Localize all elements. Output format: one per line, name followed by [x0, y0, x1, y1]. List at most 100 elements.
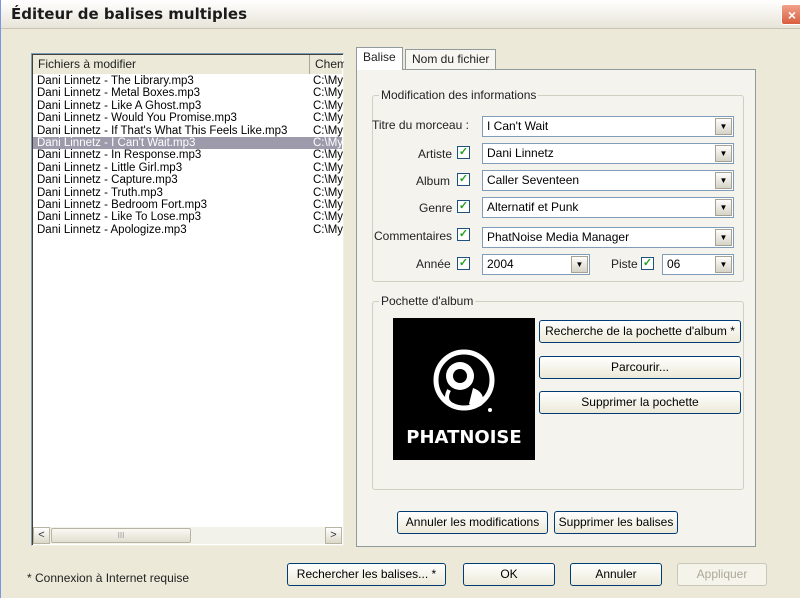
year-value: 2004 — [487, 257, 514, 271]
search-cover-button[interactable]: Recherche de la pochette d'album * — [539, 320, 741, 343]
genre-checkbox[interactable]: ✓ — [457, 200, 470, 213]
browse-button[interactable]: Parcourir... — [539, 356, 741, 379]
file-path: C:\My — [313, 124, 343, 137]
title-label: Titre du morceau : — [372, 118, 469, 132]
phatnoise-logo-icon: PHATNOISE — [406, 349, 522, 448]
chevron-down-icon[interactable]: ▼ — [715, 118, 732, 135]
chevron-down-icon[interactable]: ▼ — [571, 256, 588, 273]
file-name: Dani Linnetz - Little Girl.mp3 — [37, 161, 183, 174]
track-combo[interactable]: 06 ▼ — [662, 254, 734, 275]
artist-combo[interactable]: Dani Linnetz ▼ — [482, 143, 734, 164]
track-label: Piste — [611, 257, 638, 271]
file-row[interactable]: Dani Linnetz - Apologize.mp3 C:\My — [33, 223, 343, 236]
title-value: I Can't Wait — [487, 119, 549, 133]
file-path: C:\My — [313, 75, 343, 87]
check-icon: ✓ — [642, 257, 653, 269]
arrow-right-icon: > — [330, 529, 337, 541]
column-header-path[interactable]: Chem — [310, 55, 344, 74]
grip-icon: III — [117, 531, 125, 540]
horizontal-scrollbar[interactable]: < III > — [33, 527, 342, 544]
file-row[interactable]: Dani Linnetz - Like To Lose.mp3 C:\My — [33, 211, 343, 224]
title-bar[interactable]: Éditeur de balises multiples × — [1, 0, 800, 29]
scroll-thumb[interactable]: III — [51, 528, 191, 543]
delete-tags-button[interactable]: Supprimer les balises — [554, 511, 678, 534]
apply-button[interactable]: Appliquer — [677, 563, 767, 586]
cancel-button[interactable]: Annuler — [570, 563, 662, 586]
album-art-legend: Pochette d'album — [381, 294, 474, 308]
tab-nom-du-fichier[interactable]: Nom du fichier — [405, 49, 497, 69]
file-path: C:\My — [313, 99, 343, 112]
artist-checkbox[interactable]: ✓ — [457, 146, 470, 159]
title-combo[interactable]: I Can't Wait ▼ — [482, 116, 734, 137]
year-checkbox[interactable]: ✓ — [457, 257, 470, 270]
track-checkbox[interactable]: ✓ — [641, 257, 654, 270]
file-row[interactable]: Dani Linnetz - Would You Promise.mp3 C:\M… — [33, 112, 343, 125]
file-rows: Dani Linnetz - The Library.mp3 C:\My Dani … — [33, 75, 343, 236]
file-path: C:\My — [313, 136, 343, 149]
check-icon: ✓ — [458, 146, 469, 158]
check-icon: ✓ — [458, 228, 469, 240]
file-name: Dani Linnetz - Capture.mp3 — [37, 174, 178, 187]
album-art-image: PHATNOISE — [393, 318, 535, 460]
artist-value: Dani Linnetz — [487, 146, 554, 160]
file-row[interactable]: Dani Linnetz - Truth.mp3 C:\My — [33, 186, 343, 199]
file-row[interactable]: Dani Linnetz - In Response.mp3 C:\My — [33, 149, 343, 162]
remove-cover-button[interactable]: Supprimer la pochette — [539, 391, 741, 414]
year-label: Année — [416, 257, 451, 271]
file-row[interactable]: Dani Linnetz - I Can't Wait.mp3 C:\My — [33, 136, 343, 150]
file-list[interactable]: Fichiers à modifier Chem Dani Linnetz - … — [31, 53, 344, 546]
scroll-left-button[interactable]: < — [33, 527, 50, 544]
check-icon: ✓ — [458, 257, 469, 269]
file-name: Dani Linnetz - The Library.mp3 — [37, 75, 194, 87]
file-name: Dani Linnetz - Metal Boxes.mp3 — [37, 87, 200, 100]
file-name: Dani Linnetz - Apologize.mp3 — [37, 223, 187, 236]
chevron-down-icon[interactable]: ▼ — [715, 145, 732, 162]
info-group-legend: Modification des informations — [381, 88, 537, 102]
file-name: Dani Linnetz - I Can't Wait.mp3 — [37, 136, 196, 149]
file-row[interactable]: Dani Linnetz - Metal Boxes.mp3 C:\My — [33, 87, 343, 100]
tab-balise[interactable]: Balise — [356, 47, 403, 70]
column-header-files[interactable]: Fichiers à modifier — [33, 55, 310, 74]
window-title: Éditeur de balises multiples — [11, 5, 248, 23]
chevron-down-icon[interactable]: ▼ — [715, 199, 732, 216]
chevron-down-icon[interactable]: ▼ — [715, 256, 732, 273]
file-row[interactable]: Dani Linnetz - Bedroom Fort.mp3 C:\My — [33, 198, 343, 211]
file-path: C:\My — [313, 87, 343, 100]
file-path: C:\My — [313, 149, 343, 162]
chevron-down-icon[interactable]: ▼ — [715, 229, 732, 246]
comment-checkbox[interactable]: ✓ — [457, 228, 470, 241]
artist-label: Artiste — [418, 147, 453, 161]
file-row[interactable]: Dani Linnetz - Little Girl.mp3 C:\My — [33, 161, 343, 174]
track-value: 06 — [667, 257, 681, 271]
file-name: Dani Linnetz - Like To Lose.mp3 — [37, 211, 202, 224]
comment-combo[interactable]: PhatNoise Media Manager ▼ — [482, 227, 734, 248]
file-path: C:\My — [313, 112, 343, 125]
comment-value: PhatNoise Media Manager — [487, 230, 630, 244]
file-row[interactable]: Dani Linnetz - Like A Ghost.mp3 C:\My — [33, 99, 343, 112]
file-row[interactable]: Dani Linnetz - The Library.mp3 C:\My — [33, 75, 343, 87]
search-tags-button[interactable]: Rechercher les balises... * — [287, 563, 446, 586]
file-name: Dani Linnetz - In Response.mp3 — [37, 149, 202, 162]
check-icon: ✓ — [458, 200, 469, 212]
album-combo[interactable]: Caller Seventeen ▼ — [482, 170, 734, 191]
genre-label: Genre — [419, 201, 453, 215]
file-row[interactable]: Dani Linnetz - Capture.mp3 C:\My — [33, 174, 343, 187]
scroll-right-button[interactable]: > — [325, 527, 342, 544]
list-header: Fichiers à modifier Chem — [33, 55, 344, 74]
comment-label: Commentaires — [374, 229, 453, 243]
ok-button[interactable]: OK — [463, 563, 555, 586]
album-label: Album — [416, 174, 451, 188]
genre-combo[interactable]: Alternatif et Punk ▼ — [482, 197, 734, 218]
file-name: Dani Linnetz - Truth.mp3 — [37, 186, 163, 199]
file-path: C:\My — [313, 223, 343, 236]
close-button[interactable]: × — [781, 4, 800, 25]
file-name: Dani Linnetz - Bedroom Fort.mp3 — [37, 198, 208, 211]
album-checkbox[interactable]: ✓ — [457, 173, 470, 186]
file-row[interactable]: Dani Linnetz - If That's What This Feels… — [33, 124, 343, 137]
arrow-left-icon: < — [38, 529, 45, 541]
cancel-changes-button[interactable]: Annuler les modifications — [397, 511, 548, 534]
file-path: C:\My — [313, 198, 343, 211]
file-name: Dani Linnetz - Like A Ghost.mp3 — [37, 99, 202, 112]
year-combo[interactable]: 2004 ▼ — [482, 254, 590, 275]
chevron-down-icon[interactable]: ▼ — [715, 172, 732, 189]
